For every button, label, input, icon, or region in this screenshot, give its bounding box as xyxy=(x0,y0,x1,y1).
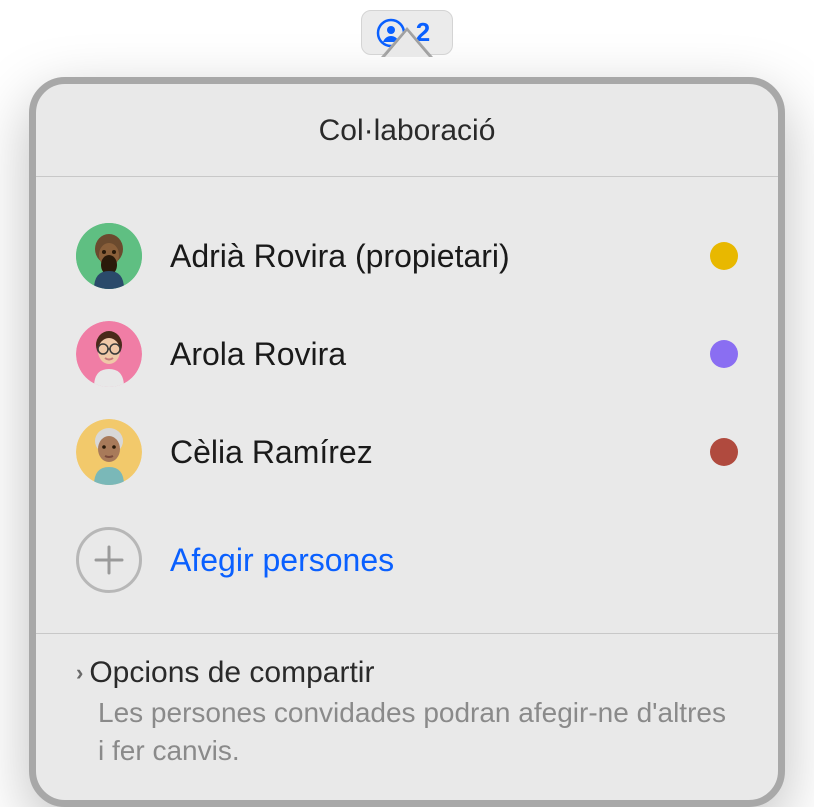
share-options-row[interactable]: › Opcions de compartir Les persones conv… xyxy=(36,633,778,800)
participant-row[interactable]: Cèlia Ramírez xyxy=(76,403,738,501)
participant-color-dot xyxy=(710,242,738,270)
share-options-subtitle: Les persones convidades podran afegir-ne… xyxy=(98,694,738,770)
avatar xyxy=(76,321,142,387)
plus-circle-icon xyxy=(76,527,142,593)
add-people-label: Afegir persones xyxy=(170,542,394,579)
participants-list: Adrià Rovira (propietari) xyxy=(36,177,778,633)
chevron-right-icon: › xyxy=(76,660,83,686)
participant-color-dot xyxy=(710,340,738,368)
participant-row[interactable]: Arola Rovira xyxy=(76,305,738,403)
participant-row[interactable]: Adrià Rovira (propietari) xyxy=(76,207,738,305)
participant-name: Arola Rovira xyxy=(170,336,682,373)
popover-title: Col·laboració xyxy=(36,84,778,177)
avatar xyxy=(76,223,142,289)
avatar xyxy=(76,419,142,485)
participant-color-dot xyxy=(710,438,738,466)
add-people-button[interactable]: Afegir persones xyxy=(76,501,738,623)
participant-name: Adrià Rovira (propietari) xyxy=(170,238,682,275)
collaboration-popover-wrap: Col·laboració Adrià Rovira (propietari) xyxy=(29,53,785,807)
share-options-title: Opcions de compartir xyxy=(89,656,374,690)
participant-name: Cèlia Ramírez xyxy=(170,434,682,471)
collaboration-popover: Col·laboració Adrià Rovira (propietari) xyxy=(29,77,785,807)
